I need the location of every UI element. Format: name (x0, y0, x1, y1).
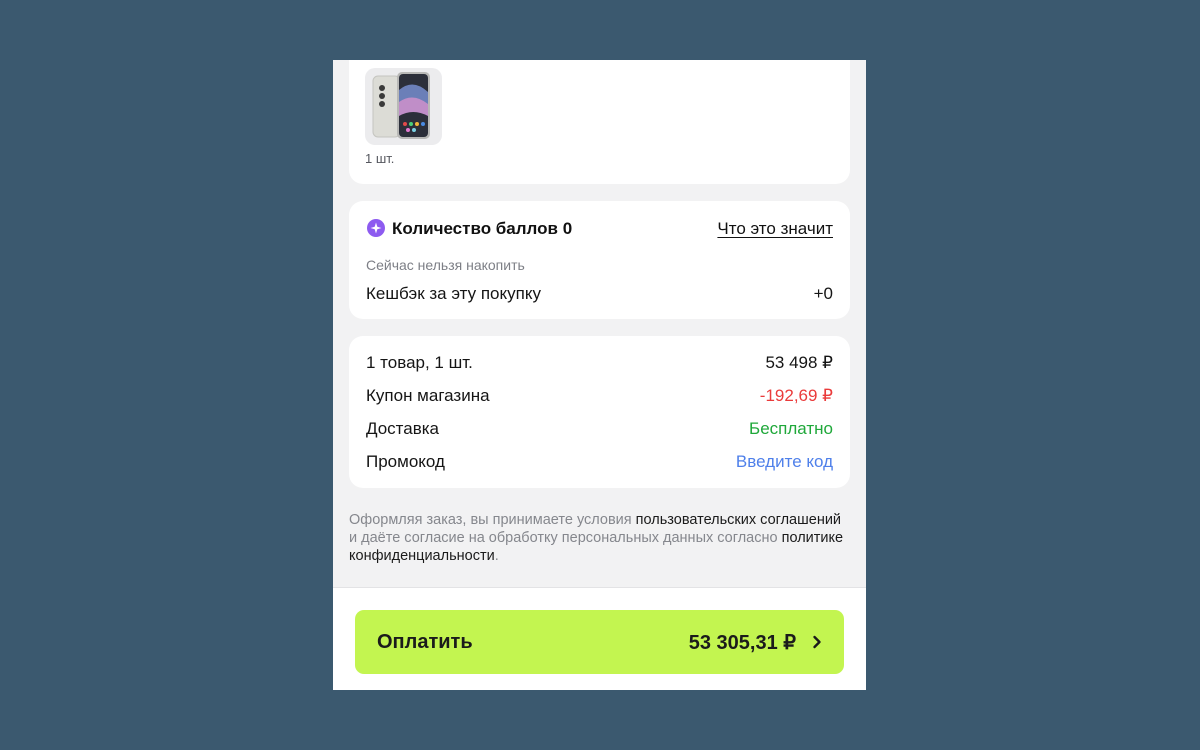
items-row: 1 товар, 1 шт. 53 498 ₽ (366, 353, 833, 373)
product-thumbnail[interactable] (365, 68, 442, 145)
checkout-screen: 1 шт. Количество баллов 0 Что это значит… (333, 60, 866, 690)
cannot-accumulate-text: Сейчас нельзя накопить (366, 257, 525, 273)
pay-amount: 53 305,31 ₽ (688, 631, 796, 654)
order-summary-card: 1 товар, 1 шт. 53 498 ₽ Купон магазина -… (349, 336, 850, 488)
phone-image (372, 72, 430, 139)
sparkle-icon (367, 219, 385, 237)
checkout-footer: Оплатить 53 305,31 ₽ (333, 587, 866, 690)
points-card: Количество баллов 0 Что это значит Сейча… (349, 201, 850, 319)
items-label: 1 товар, 1 шт. (366, 353, 473, 372)
promo-row: Промокод Введите код (366, 452, 833, 472)
coupon-value: -192,69 ₽ (759, 386, 833, 405)
product-quantity: 1 шт. (365, 151, 395, 166)
chevron-right-icon (813, 635, 821, 649)
points-title: Количество баллов 0 (392, 219, 573, 238)
product-card: 1 шт. (349, 60, 850, 184)
pay-button[interactable]: Оплатить 53 305,31 ₽ (355, 610, 844, 674)
legal-notice: Оформляя заказ, вы принимаете условия по… (349, 511, 849, 565)
cashback-label: Кешбэк за эту покупку (366, 284, 541, 303)
what-it-means-link[interactable]: Что это значит (717, 219, 833, 239)
legal-text-2: и даёте согласие на обработку персональн… (349, 530, 782, 546)
pay-label: Оплатить (377, 630, 473, 653)
delivery-label: Доставка (366, 419, 440, 438)
delivery-row: Доставка Бесплатно (366, 419, 833, 439)
cashback-row: Кешбэк за эту покупку +0 (366, 284, 833, 304)
coupon-row: Купон магазина -192,69 ₽ (366, 386, 833, 406)
delivery-value: Бесплатно (749, 419, 833, 438)
user-agreements-link[interactable]: пользовательских соглашений (636, 512, 841, 528)
promo-label: Промокод (366, 452, 445, 471)
promo-code-link[interactable]: Введите код (736, 452, 833, 472)
legal-text-3: . (494, 548, 499, 564)
items-value: 53 498 ₽ (765, 353, 833, 372)
legal-text-1: Оформляя заказ, вы принимаете условия (349, 512, 636, 528)
cashback-value: +0 (813, 284, 833, 303)
coupon-label: Купон магазина (366, 386, 490, 405)
